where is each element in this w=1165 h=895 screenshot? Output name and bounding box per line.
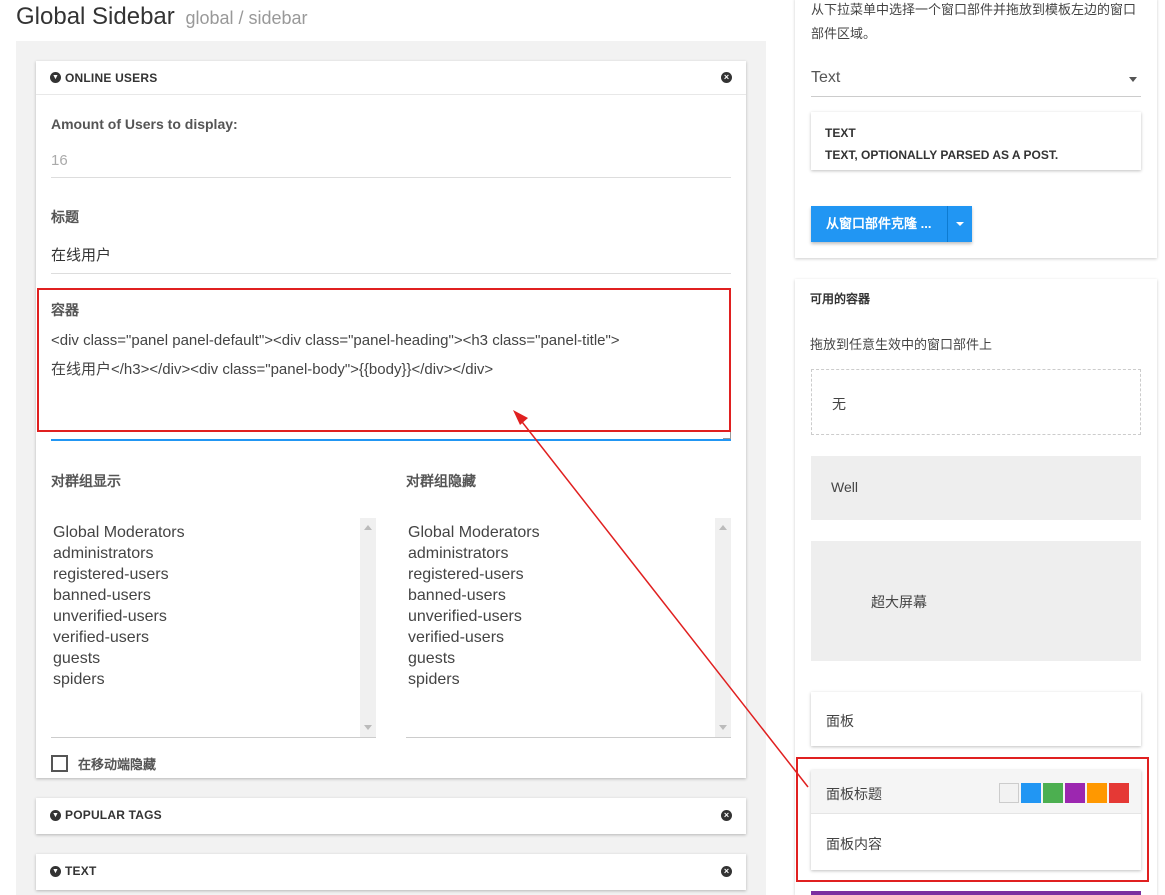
container-jumbotron[interactable]: 超大屏幕 [811,541,1141,661]
list-item[interactable]: spiders [53,669,374,690]
popular-tags-header[interactable]: ▼ POPULAR TAGS × [36,798,746,832]
amount-label: Amount of Users to display: [51,116,238,132]
heading-input[interactable]: 在线用户 [51,244,731,274]
heading-label: 标题 [51,209,79,225]
list-item[interactable]: administrators [408,543,729,564]
text-widget-title: TEXT [65,864,97,878]
list-item[interactable]: verified-users [408,627,729,648]
close-icon[interactable]: × [721,865,732,877]
popular-tags-title: POPULAR TAGS [65,808,162,822]
hide-groups-select[interactable]: Global Moderators administrators registe… [406,518,731,738]
container-none[interactable]: 无 [811,369,1141,435]
container-panel[interactable]: 面板 [811,692,1141,746]
chevron-down-icon[interactable]: ▼ [50,809,61,821]
list-item[interactable]: registered-users [408,564,729,585]
scroll-up-icon[interactable] [364,525,372,530]
clone-button-group: 从窗口部件克隆 ... [811,206,972,242]
widget-picker-description: 从下拉菜单中选择一个窗口部件并拖放到模板左边的窗口部件区域。 [811,2,1137,41]
close-icon[interactable]: × [721,72,732,83]
list-item[interactable]: spiders [408,669,729,690]
show-groups-label: 对群组显示 [51,473,121,489]
scrollbar[interactable] [360,518,376,737]
resize-handle[interactable] [723,431,731,439]
container-jumbotron-label: 超大屏幕 [871,594,927,610]
hide-mobile-label: 在移动端隐藏 [78,757,157,772]
containers-hint: 拖放到任意生效中的窗口部件上 [810,337,993,352]
containers-title: 可用的容器 [810,292,871,306]
widget-info-title: TEXT [825,126,856,140]
list-item[interactable]: guests [53,648,374,669]
list-item[interactable]: Global Moderators [408,522,729,543]
scroll-down-icon[interactable] [364,725,372,730]
hide-mobile-checkbox[interactable]: 在移动端隐藏 [51,754,156,773]
list-item[interactable]: verified-users [53,627,374,648]
widget-info-description: TEXT, OPTIONALLY PARSED AS A POST. [825,148,1059,162]
container-well[interactable]: Well [811,456,1141,520]
text-widget-draggable[interactable]: TEXT TEXT, OPTIONALLY PARSED AS A POST. [811,112,1141,170]
popular-tags-widget: ▼ POPULAR TAGS × [36,798,746,834]
amount-input[interactable]: 16 [51,152,731,178]
widget-select[interactable]: Text [811,64,1141,97]
chevron-down-icon[interactable]: ▼ [50,72,61,83]
text-widget-header[interactable]: ▼ TEXT × [36,854,746,888]
online-users-header[interactable]: ▼ ONLINE USERS × [36,61,746,95]
list-item[interactable]: unverified-users [408,606,729,627]
container-none-label: 无 [832,396,846,412]
scroll-up-icon[interactable] [719,525,727,530]
hide-groups-label: 对群组隐藏 [406,473,476,489]
page-subtitle: global / sidebar [185,8,308,28]
checkbox-box[interactable] [51,755,68,772]
container-well-label: Well [831,479,858,495]
scroll-down-icon[interactable] [719,725,727,730]
caret-down-icon [956,222,964,226]
widget-select-value: Text [811,69,841,86]
list-item[interactable]: administrators [53,543,374,564]
page-title: Global Sidebar global / sidebar [16,3,308,31]
list-item[interactable]: guests [408,648,729,669]
caret-down-icon[interactable] [1129,77,1137,82]
online-users-title: ONLINE USERS [65,70,158,85]
widget-picker-card: 从下拉菜单中选择一个窗口部件并拖放到模板左边的窗口部件区域。 Text TEXT… [795,0,1157,258]
clone-from-widget-button[interactable]: 从窗口部件克隆 ... [811,206,947,242]
container-panel-label: 面板 [826,713,854,729]
list-item[interactable]: unverified-users [53,606,374,627]
list-item[interactable]: Global Moderators [53,522,374,543]
scrollbar[interactable] [715,518,731,737]
list-item[interactable]: registered-users [53,564,374,585]
close-icon[interactable]: × [721,809,732,821]
list-item[interactable]: banned-users [408,585,729,606]
clone-dropdown-toggle[interactable] [947,206,972,242]
annotation-box-panel [796,757,1149,882]
next-container-edge [811,891,1141,895]
text-widget: ▼ TEXT × [36,854,746,890]
page-title-text: Global Sidebar [16,3,175,30]
annotation-box-container [37,288,731,432]
chevron-down-icon[interactable]: ▼ [50,865,61,877]
list-item[interactable]: banned-users [53,585,374,606]
show-groups-select[interactable]: Global Moderators administrators registe… [51,518,376,738]
